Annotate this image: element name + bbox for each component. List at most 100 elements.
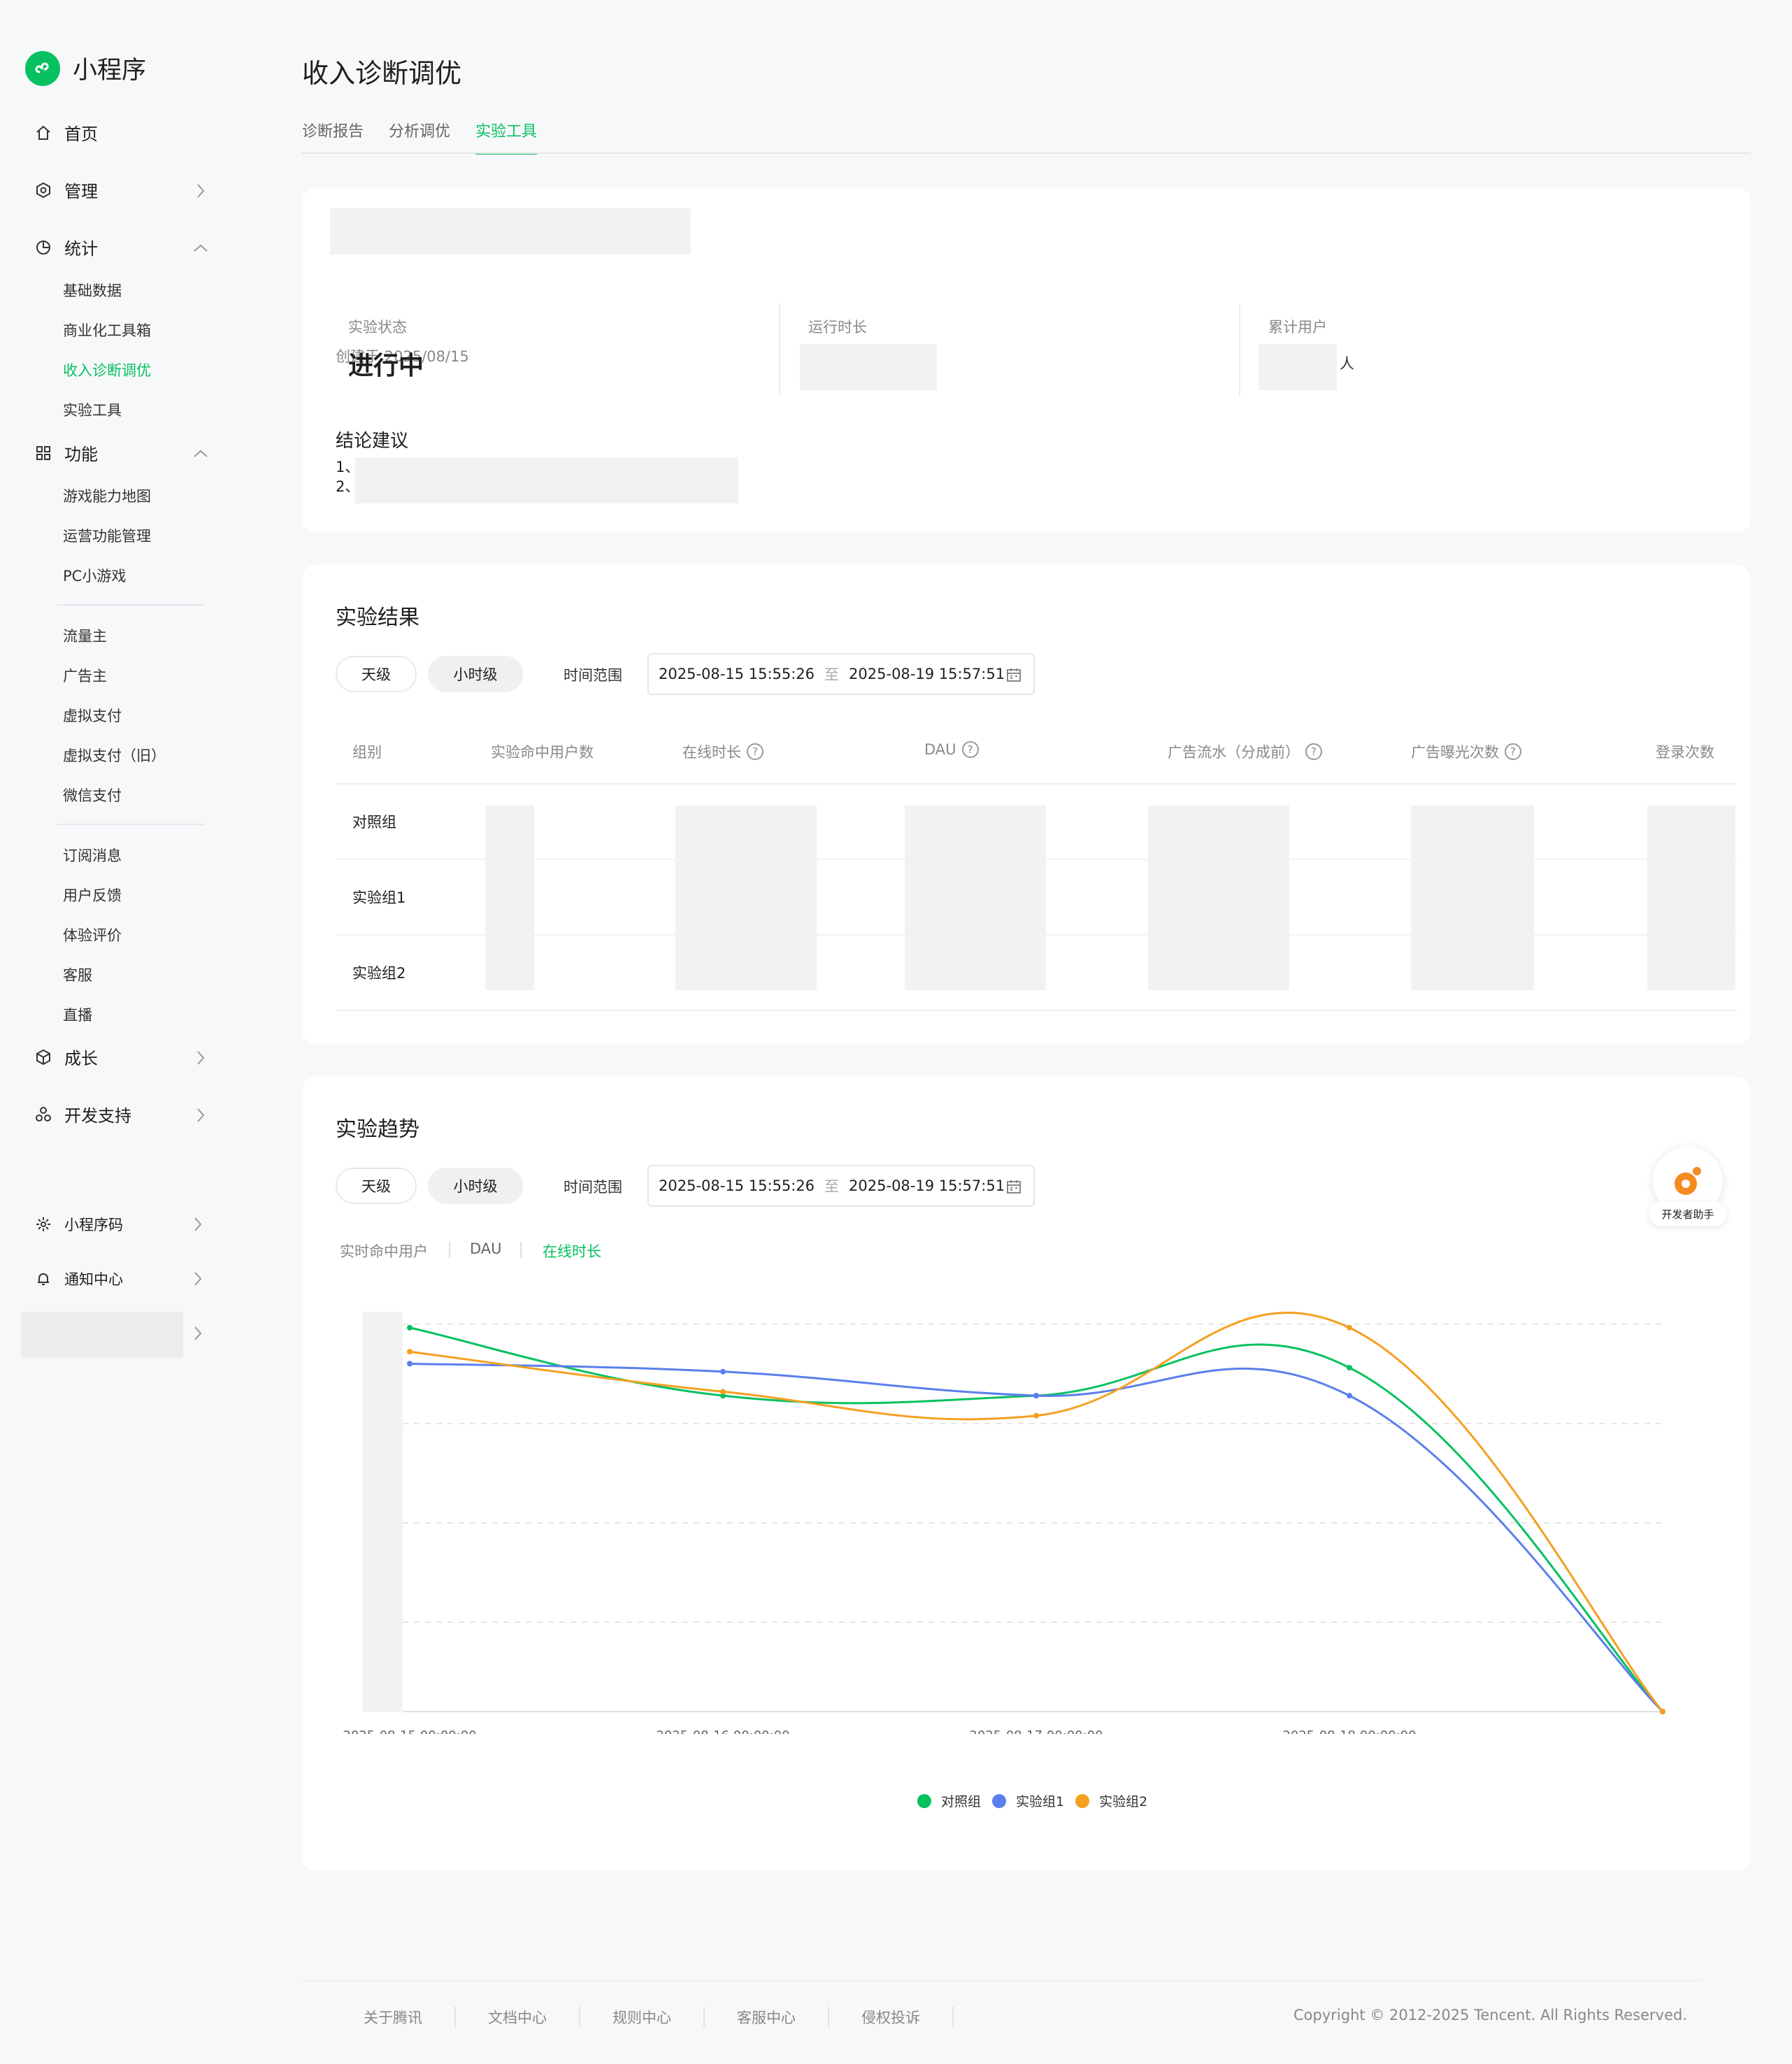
- developer-assistant[interactable]: 开发者助手: [1649, 1147, 1727, 1231]
- sidebar-item-experiment-tool[interactable]: 实验工具: [63, 399, 122, 420]
- sidebar-item-ability-map[interactable]: 游戏能力地图: [63, 485, 151, 506]
- help-icon[interactable]: ?: [747, 743, 764, 760]
- app-name: 小程序: [73, 57, 147, 85]
- data-point[interactable]: [407, 1349, 413, 1355]
- nav-growth[interactable]: 成长: [34, 1045, 98, 1069]
- sidebar-item-customer-service[interactable]: 客服: [63, 964, 92, 985]
- divider: [1239, 303, 1240, 396]
- sidebar-item-experience-review[interactable]: 体验评价: [63, 924, 122, 945]
- data-point[interactable]: [407, 1324, 413, 1331]
- data-point[interactable]: [720, 1368, 726, 1375]
- sidebar-item-virtual-pay-old[interactable]: 虚拟支付（旧）: [63, 745, 166, 766]
- chevron-up-icon[interactable]: [193, 446, 208, 461]
- data-point[interactable]: [1347, 1365, 1352, 1371]
- range-separator: 至: [824, 1178, 840, 1195]
- nav-manage[interactable]: 管理: [34, 178, 98, 202]
- section-title: 实验结果: [336, 605, 420, 630]
- table-header-divider: [336, 783, 1737, 784]
- sidebar-item-wechat-pay[interactable]: 微信支付: [63, 784, 122, 805]
- nav-growth-label: 成长: [64, 1049, 98, 1068]
- segment-day[interactable]: 天级: [336, 1168, 417, 1204]
- sidebar-item-virtual-pay[interactable]: 虚拟支付: [63, 705, 122, 726]
- sidebar-item-ops-management[interactable]: 运营功能管理: [63, 525, 151, 546]
- tab-diagnosis-report[interactable]: 诊断报告: [302, 119, 364, 155]
- nav-notify[interactable]: 通知中心: [34, 1268, 123, 1289]
- metric-tab-dau[interactable]: DAU: [470, 1240, 502, 1257]
- date-range-picker[interactable]: 2025-08-15 15:55:26 至 2025-08-19 15:57:5…: [647, 1165, 1035, 1207]
- legend-dot[interactable]: [1075, 1793, 1090, 1808]
- nav-stats[interactable]: 统计: [34, 235, 98, 259]
- legend-label[interactable]: 实验组2: [1099, 1791, 1147, 1810]
- data-point[interactable]: [1347, 1393, 1352, 1399]
- value-placeholder: [675, 805, 817, 990]
- metric-tab-online-time[interactable]: 在线时长: [543, 1240, 601, 1261]
- segment-hour[interactable]: 小时级: [428, 656, 523, 692]
- column-header-hit-users: 实验命中用户数: [491, 744, 594, 761]
- legend-dot[interactable]: [992, 1793, 1007, 1808]
- section-title: 实验趋势: [336, 1117, 420, 1142]
- row-label-exp1: 实验组1: [352, 889, 406, 906]
- series-line-0[interactable]: [409, 1326, 1664, 1713]
- account-placeholder[interactable]: [21, 1312, 183, 1358]
- data-point[interactable]: [407, 1361, 413, 1367]
- segment-day[interactable]: 天级: [336, 656, 417, 692]
- nav-stats-label: 统计: [64, 239, 98, 259]
- app-logo[interactable]: 小程序: [25, 50, 146, 86]
- segment-hour[interactable]: 小时级: [428, 1168, 523, 1204]
- help-icon[interactable]: ?: [961, 741, 979, 758]
- sidebar-item-revenue-diagnosis[interactable]: 收入诊断调优: [63, 359, 151, 380]
- footer-link-docs[interactable]: 文档中心: [488, 2007, 580, 2028]
- footer-link-about[interactable]: 关于腾讯: [364, 2007, 456, 2028]
- row-label-control: 对照组: [352, 814, 396, 831]
- chevron-right-icon[interactable]: [190, 1217, 206, 1232]
- grid-icon: [34, 443, 53, 463]
- data-point[interactable]: [1347, 1324, 1352, 1331]
- footer-links: 关于腾讯 文档中心 规则中心 客服中心 侵权投诉: [364, 2007, 986, 2028]
- legend-label[interactable]: 实验组1: [1016, 1791, 1064, 1810]
- chevron-right-icon[interactable]: [190, 1271, 206, 1287]
- divider: [57, 824, 204, 825]
- x-tick-label: 2025-08-16 00:00:00: [656, 1728, 789, 1734]
- sidebar-item-commerce-toolbox[interactable]: 商业化工具箱: [63, 320, 151, 341]
- legend-dot[interactable]: [917, 1793, 931, 1808]
- calendar-icon[interactable]: [1005, 666, 1022, 687]
- sidebar-item-subscribe-msg[interactable]: 订阅消息: [63, 845, 122, 866]
- chevron-right-icon[interactable]: [193, 1108, 208, 1123]
- help-icon[interactable]: ?: [1505, 743, 1521, 760]
- tab-analysis[interactable]: 分析调优: [389, 119, 450, 155]
- sidebar-item-feedback[interactable]: 用户反馈: [63, 884, 122, 905]
- chevron-up-icon[interactable]: [193, 241, 208, 256]
- data-point[interactable]: [1033, 1412, 1039, 1419]
- footer-link-service[interactable]: 客服中心: [737, 2007, 829, 2028]
- data-point[interactable]: [1660, 1709, 1665, 1714]
- chevron-right-icon[interactable]: [193, 183, 208, 199]
- date-range-picker[interactable]: 2025-08-15 15:55:26 至 2025-08-19 15:57:5…: [647, 653, 1035, 695]
- chevron-right-icon[interactable]: [190, 1326, 206, 1341]
- legend-label[interactable]: 对照组: [941, 1791, 981, 1810]
- tab-experiment-tool[interactable]: 实验工具: [475, 119, 538, 155]
- conclusion-placeholder: [355, 457, 738, 503]
- data-point[interactable]: [720, 1389, 726, 1395]
- footer-link-rules[interactable]: 规则中心: [612, 2007, 705, 2028]
- range-separator: 至: [824, 666, 840, 683]
- sidebar-item-publisher[interactable]: 流量主: [63, 625, 107, 646]
- series-line-2[interactable]: [409, 1312, 1664, 1712]
- metric-tab-hit-users[interactable]: 实时命中用户: [340, 1240, 428, 1261]
- miniprogram-logo-icon: [25, 50, 60, 86]
- sidebar-item-live[interactable]: 直播: [63, 1004, 92, 1025]
- calendar-icon[interactable]: [1005, 1178, 1022, 1198]
- chevron-right-icon[interactable]: [193, 1050, 208, 1066]
- sidebar-item-pc-game[interactable]: PC小游戏: [63, 565, 126, 586]
- data-point[interactable]: [1033, 1393, 1039, 1399]
- footer-link-infringement[interactable]: 侵权投诉: [861, 2007, 954, 2028]
- nav-home[interactable]: 首页: [34, 120, 98, 145]
- experiment-name-placeholder: [330, 208, 691, 255]
- assistant-label: 开发者助手: [1649, 1201, 1727, 1226]
- nav-features[interactable]: 功能: [34, 440, 98, 465]
- help-icon[interactable]: ?: [1305, 743, 1322, 760]
- nav-dev-support[interactable]: 开发支持: [34, 1102, 131, 1126]
- tabs-divider: [302, 152, 1751, 154]
- nav-mini-code[interactable]: 小程序码: [34, 1214, 123, 1235]
- sidebar-item-basic-data[interactable]: 基础数据: [63, 280, 122, 301]
- sidebar-item-advertiser[interactable]: 广告主: [63, 665, 107, 686]
